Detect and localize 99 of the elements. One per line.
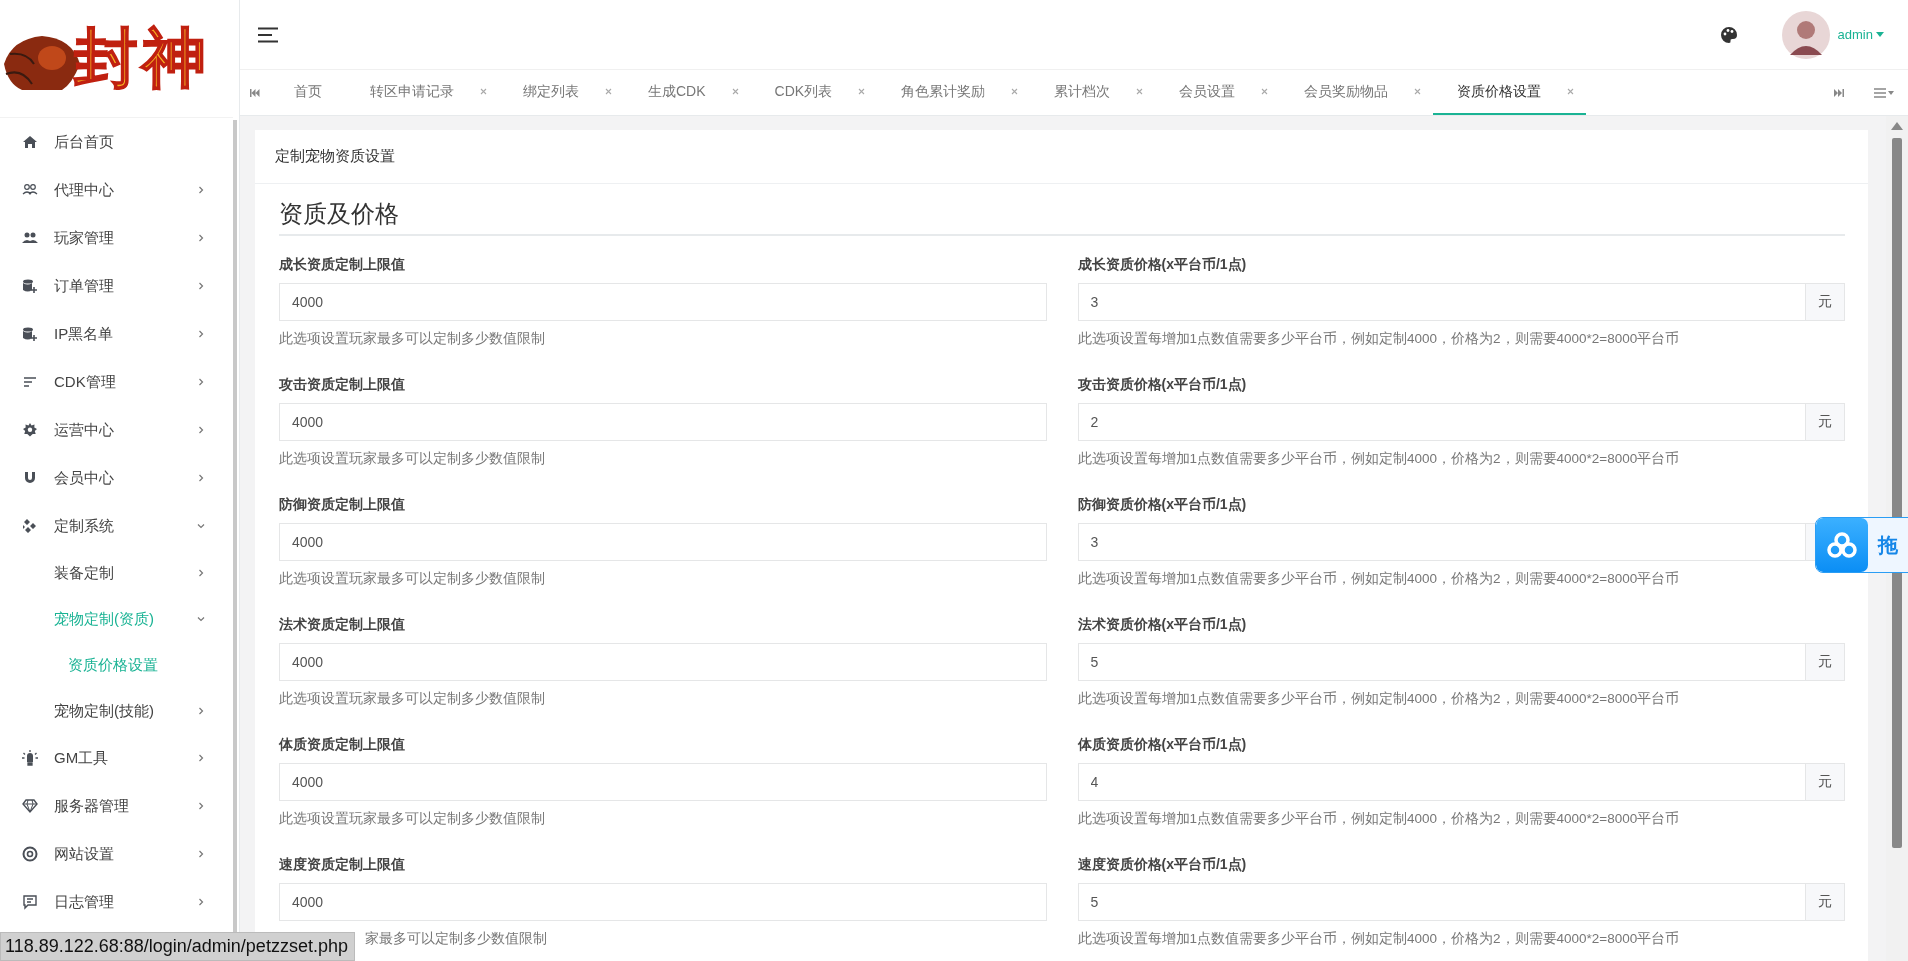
sidebar-item[interactable]: 网站设置 (0, 830, 233, 878)
input-field[interactable]: 2 (1077, 403, 1806, 441)
gem-icon (22, 798, 38, 814)
tab[interactable]: 转区申请记录 (346, 70, 499, 115)
sidebar-item[interactable]: 订单管理 (0, 262, 233, 310)
input-field[interactable]: 4000 (279, 643, 1047, 681)
unit-addon: 元 (1806, 763, 1845, 801)
field-label: 防御资质定制上限值 (279, 496, 405, 512)
tab[interactable]: 生成CDK (624, 70, 751, 115)
skip-back-icon[interactable] (250, 88, 260, 97)
sidebar-item[interactable]: GM工具 (0, 734, 233, 782)
field-hint: 此选项设置每增加1点数值需要多少平台币，例如定制4000，价格为2，则需要4000*2=8000平台币 (1077, 691, 1680, 706)
tab[interactable]: CDK列表 (750, 70, 878, 115)
input-field[interactable]: 5 (1077, 883, 1806, 921)
tab[interactable]: 绑定列表 (499, 70, 624, 115)
section-title: 资质及价格 (279, 200, 399, 227)
field-hint: 此选项设置每增加1点数值需要多少平台币，例如定制4000，价格为2，则需要4000*2=8000平台币 (1077, 331, 1680, 346)
input-field[interactable]: 4 (1077, 763, 1806, 801)
input-field[interactable]: 5 (1077, 643, 1806, 681)
sidebar-item[interactable]: 代理中心 (0, 166, 233, 214)
sidebar-item[interactable]: 装备定制 (0, 550, 233, 596)
input-field[interactable]: 3 (1077, 283, 1806, 321)
tab[interactable]: 会员奖励物品 (1280, 70, 1434, 115)
tab[interactable]: 会员设置 (1155, 70, 1281, 115)
field-label: 速度资质价格(x平台币/1点) (1077, 856, 1247, 872)
close-icon[interactable] (1011, 88, 1019, 95)
tab[interactable]: 累计档次 (1030, 70, 1156, 115)
sidebar-item[interactable]: 会员中心 (0, 454, 233, 502)
close-icon[interactable] (605, 88, 612, 95)
unit-addon: 元 (1806, 403, 1845, 441)
avatar[interactable] (1781, 10, 1830, 59)
bulb-icon (22, 750, 38, 766)
sidebar-item[interactable]: IP黑名单 (0, 310, 233, 358)
diamonds-icon (22, 518, 38, 534)
field-hint: 此选项设置玩家最多可以定制多少数值限制 (279, 571, 545, 586)
field-hint: 此选项设置玩家最多可以定制多少数值限制 (279, 691, 545, 706)
unit-addon: 元 (1806, 283, 1845, 321)
field-label: 体质资质定制上限值 (279, 736, 405, 752)
input-field[interactable]: 4000 (279, 763, 1047, 801)
sidebar-item[interactable]: 宠物定制(技能) (0, 688, 233, 734)
close-icon[interactable] (1414, 88, 1422, 95)
close-icon[interactable] (1136, 88, 1144, 95)
card-title: 定制宠物资质设置 (275, 147, 395, 166)
field-label: 攻击资质定制上限值 (279, 376, 405, 392)
input-field[interactable]: 4000 (279, 283, 1047, 321)
field-label: 成长资质价格(x平台币/1点) (1077, 256, 1247, 272)
field-label: 防御资质价格(x平台币/1点) (1077, 496, 1247, 512)
database-plus-icon (22, 326, 38, 342)
magnet-icon (22, 470, 38, 486)
caret-icon (1876, 32, 1884, 37)
tab[interactable]: 资质价格设置 (1433, 70, 1587, 115)
people-icon (22, 230, 38, 246)
database-plus-icon (22, 278, 38, 294)
sidebar-item[interactable]: 后台首页 (0, 118, 233, 166)
menu-icon[interactable] (258, 26, 278, 43)
field-hint: 此选项设置每增加1点数值需要多少平台币，例如定制4000，价格为2，则需要4000*2=8000平台币 (1077, 571, 1680, 586)
input-field[interactable]: 4000 (279, 523, 1047, 561)
list-icon (22, 374, 38, 390)
field-hint: 此选项设置玩家最多可以定制多少数值限制 (279, 451, 545, 466)
field-hint: 此选项设置玩家最多可以定制多少数值限制 (279, 331, 545, 346)
field-label: 成长资质定制上限值 (279, 256, 405, 272)
field-hint: 此选项设置每增加1点数值需要多少平台币，例如定制4000，价格为2，则需要4000*2=8000平台币 (1077, 451, 1680, 466)
close-icon[interactable] (1261, 88, 1269, 95)
field-hint: 此选项设置玩家最多可以定制多少数值限制 (279, 811, 545, 826)
sidebar-item[interactable]: CDK管理 (0, 358, 233, 406)
home-icon (22, 134, 38, 150)
palette-icon[interactable] (1719, 25, 1738, 44)
sidebar-item[interactable]: 服务器管理 (0, 782, 233, 830)
sidebar-item[interactable]: 玩家管理 (0, 214, 233, 262)
scroll-up-icon[interactable] (1891, 122, 1903, 130)
field-hint: 家最多可以定制多少数值限制 (365, 931, 547, 946)
input-field[interactable]: 3 (1077, 523, 1806, 561)
field-label: 法术资质定制上限值 (279, 616, 405, 632)
skip-forward-icon[interactable] (1834, 88, 1844, 97)
status-bar: 118.89.122.68:88/login/admin/petzzset.php (0, 932, 355, 961)
globe-icon (22, 846, 38, 862)
field-hint: 此选项设置每增加1点数值需要多少平台币，例如定制4000，价格为2，则需要4000*2=8000平台币 (1077, 931, 1680, 946)
tab[interactable]: 首页 (270, 70, 346, 115)
close-icon[interactable] (1567, 88, 1575, 95)
comment-icon (22, 894, 38, 910)
input-field[interactable]: 4000 (279, 883, 1047, 921)
field-label: 速度资质定制上限值 (279, 856, 405, 872)
input-field[interactable]: 4000 (279, 403, 1047, 441)
sidebar-item[interactable]: 运营中心 (0, 406, 233, 454)
cloud-icon (1827, 532, 1857, 558)
field-label: 法术资质价格(x平台币/1点) (1077, 616, 1247, 632)
close-icon[interactable] (858, 88, 866, 95)
tab[interactable]: 角色累计奖励 (877, 70, 1031, 115)
field-label: 攻击资质价格(x平台币/1点) (1077, 376, 1247, 392)
close-icon[interactable] (480, 88, 487, 95)
unit-addon: 元 (1806, 883, 1845, 921)
sidebar-item[interactable]: 定制系统 (0, 502, 233, 550)
unit-addon: 元 (1806, 643, 1845, 681)
field-label: 体质资质价格(x平台币/1点) (1077, 736, 1247, 752)
close-icon[interactable] (731, 88, 739, 95)
logo-text: 封神 (74, 19, 210, 97)
gear-icon (22, 422, 38, 438)
sidebar-item[interactable]: 日志管理 (0, 878, 233, 926)
field-hint: 此选项设置每增加1点数值需要多少平台币，例如定制4000，价格为2，则需要4000*2=8000平台币 (1077, 811, 1680, 826)
